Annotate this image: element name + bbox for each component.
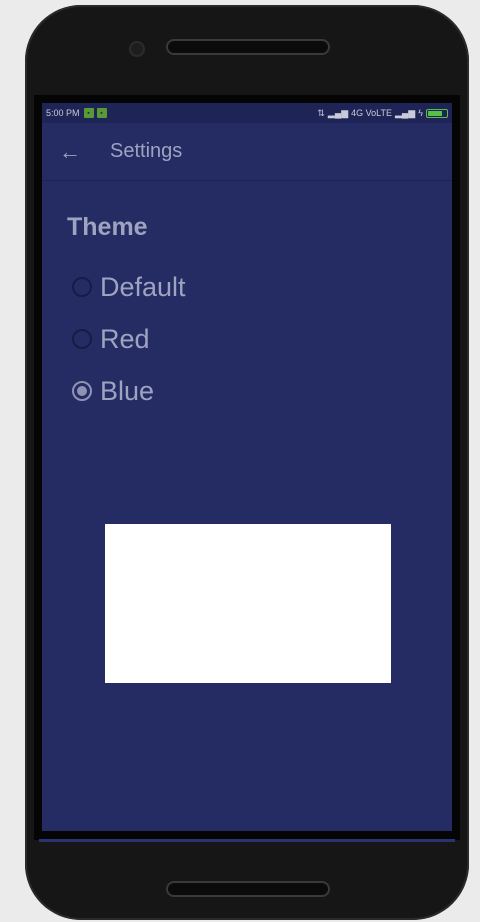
- network-type: 4G VoLTE: [351, 108, 392, 118]
- status-indicators: ⇅ ▂▄▆ 4G VoLTE ▂▄▆ ϟ: [317, 108, 448, 119]
- page-title: Settings: [110, 140, 183, 162]
- notification-icon: ▪: [83, 108, 94, 118]
- radio-option-default[interactable]: Default: [72, 267, 186, 307]
- status-time: 5:00 PM: [46, 108, 80, 118]
- back-arrow-icon[interactable]: ←: [50, 132, 90, 172]
- speaker-bottom: [166, 881, 330, 897]
- battery-icon: [426, 108, 448, 118]
- radio-label: Default: [100, 271, 186, 302]
- radio-button[interactable]: [72, 329, 92, 349]
- signal-icon: ▂▄▆: [395, 107, 416, 118]
- radio-button-selected[interactable]: [72, 381, 92, 401]
- speaker-top: [166, 39, 330, 55]
- app-bar: ← Settings: [42, 123, 452, 181]
- radio-option-red[interactable]: Red: [72, 319, 150, 359]
- data-transfer-icon: ⇅: [317, 107, 325, 118]
- blank-panel: [105, 524, 391, 683]
- charging-icon: ϟ: [418, 108, 423, 118]
- camera-icon: [129, 41, 145, 57]
- status-bar: 5:00 PM ▪ ▪ ⇅ ▂▄▆ 4G VoLTE ▂▄▆ ϟ: [42, 103, 452, 123]
- screen-frame: 5:00 PM ▪ ▪ ⇅ ▂▄▆ 4G VoLTE ▂▄▆ ϟ ← Setti…: [34, 95, 460, 840]
- theme-section-title: Theme: [67, 213, 148, 241]
- phone-frame: 5:00 PM ▪ ▪ ⇅ ▂▄▆ 4G VoLTE ▂▄▆ ϟ ← Setti…: [25, 5, 469, 920]
- app-screen: 5:00 PM ▪ ▪ ⇅ ▂▄▆ 4G VoLTE ▂▄▆ ϟ ← Setti…: [42, 103, 452, 831]
- radio-label: Red: [100, 323, 150, 354]
- bottom-bezel-line: [39, 839, 455, 842]
- signal-icon: ▂▄▆: [327, 107, 349, 118]
- radio-label: Blue: [100, 375, 155, 406]
- radio-option-blue[interactable]: Blue: [72, 371, 154, 411]
- radio-button[interactable]: [72, 277, 92, 297]
- notification-icon: ▪: [96, 108, 107, 118]
